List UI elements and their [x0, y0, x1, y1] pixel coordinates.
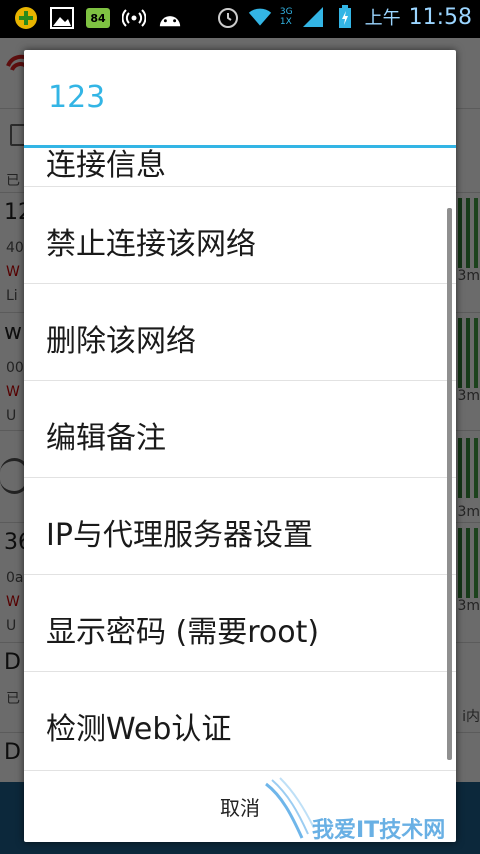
menu-item-disable-network[interactable]: 禁止连接该网络 — [24, 186, 456, 283]
scrollbar[interactable] — [447, 208, 452, 760]
menu-item-label: 显示密码 (需要root) — [46, 615, 320, 650]
menu-item-detect-web-auth[interactable]: 检测Web认证 — [24, 671, 456, 768]
network-type-label: 3G 1X — [279, 7, 293, 27]
android-icon — [158, 6, 182, 30]
image-icon — [50, 6, 74, 30]
watermark: 我爱IT技术网 — [262, 776, 472, 846]
battery-percent-icon: 84 — [86, 8, 110, 28]
menu-item-connection-info[interactable]: 连接信息 — [24, 148, 456, 186]
menu-item-label: 检测Web认证 — [46, 712, 232, 747]
menu-item-label: 删除该网络 — [46, 324, 196, 359]
menu-item-ip-proxy-settings[interactable]: IP与代理服务器设置 — [24, 477, 456, 574]
menu-item-label: 禁止连接该网络 — [46, 227, 256, 262]
menu-item-show-password[interactable]: 显示密码 (需要root) — [24, 574, 456, 671]
context-menu-dialog: 123 连接信息 禁止连接该网络 删除该网络 编辑备注 IP与代理服务器设置 显… — [24, 50, 456, 842]
status-bar: 84 3G 1X 上午 11:58 — [0, 0, 480, 38]
dialog-title: 123 — [48, 80, 106, 115]
menu-item-label: IP与代理服务器设置 — [46, 518, 313, 553]
wireless-signal-icon — [122, 6, 146, 30]
menu-item-delete-network[interactable]: 删除该网络 — [24, 283, 456, 380]
dialog-title-bar: 123 — [24, 50, 456, 148]
am-pm-label: 上午 — [364, 8, 401, 29]
clock-time: 11:58 — [408, 4, 472, 30]
wifi-icon — [248, 5, 272, 29]
watermark-text: 我爱IT技术网 — [312, 818, 446, 843]
alarm-clock-icon — [216, 5, 240, 29]
menu-item-label: 连接信息 — [46, 148, 166, 183]
battery-charging-icon — [333, 5, 357, 29]
plus-badge-icon — [14, 6, 38, 30]
cell-signal-icon — [301, 5, 325, 29]
menu-list[interactable]: 连接信息 禁止连接该网络 删除该网络 编辑备注 IP与代理服务器设置 显示密码 … — [24, 148, 456, 770]
menu-item-label: 编辑备注 — [46, 421, 166, 456]
menu-item-edit-note[interactable]: 编辑备注 — [24, 380, 456, 477]
